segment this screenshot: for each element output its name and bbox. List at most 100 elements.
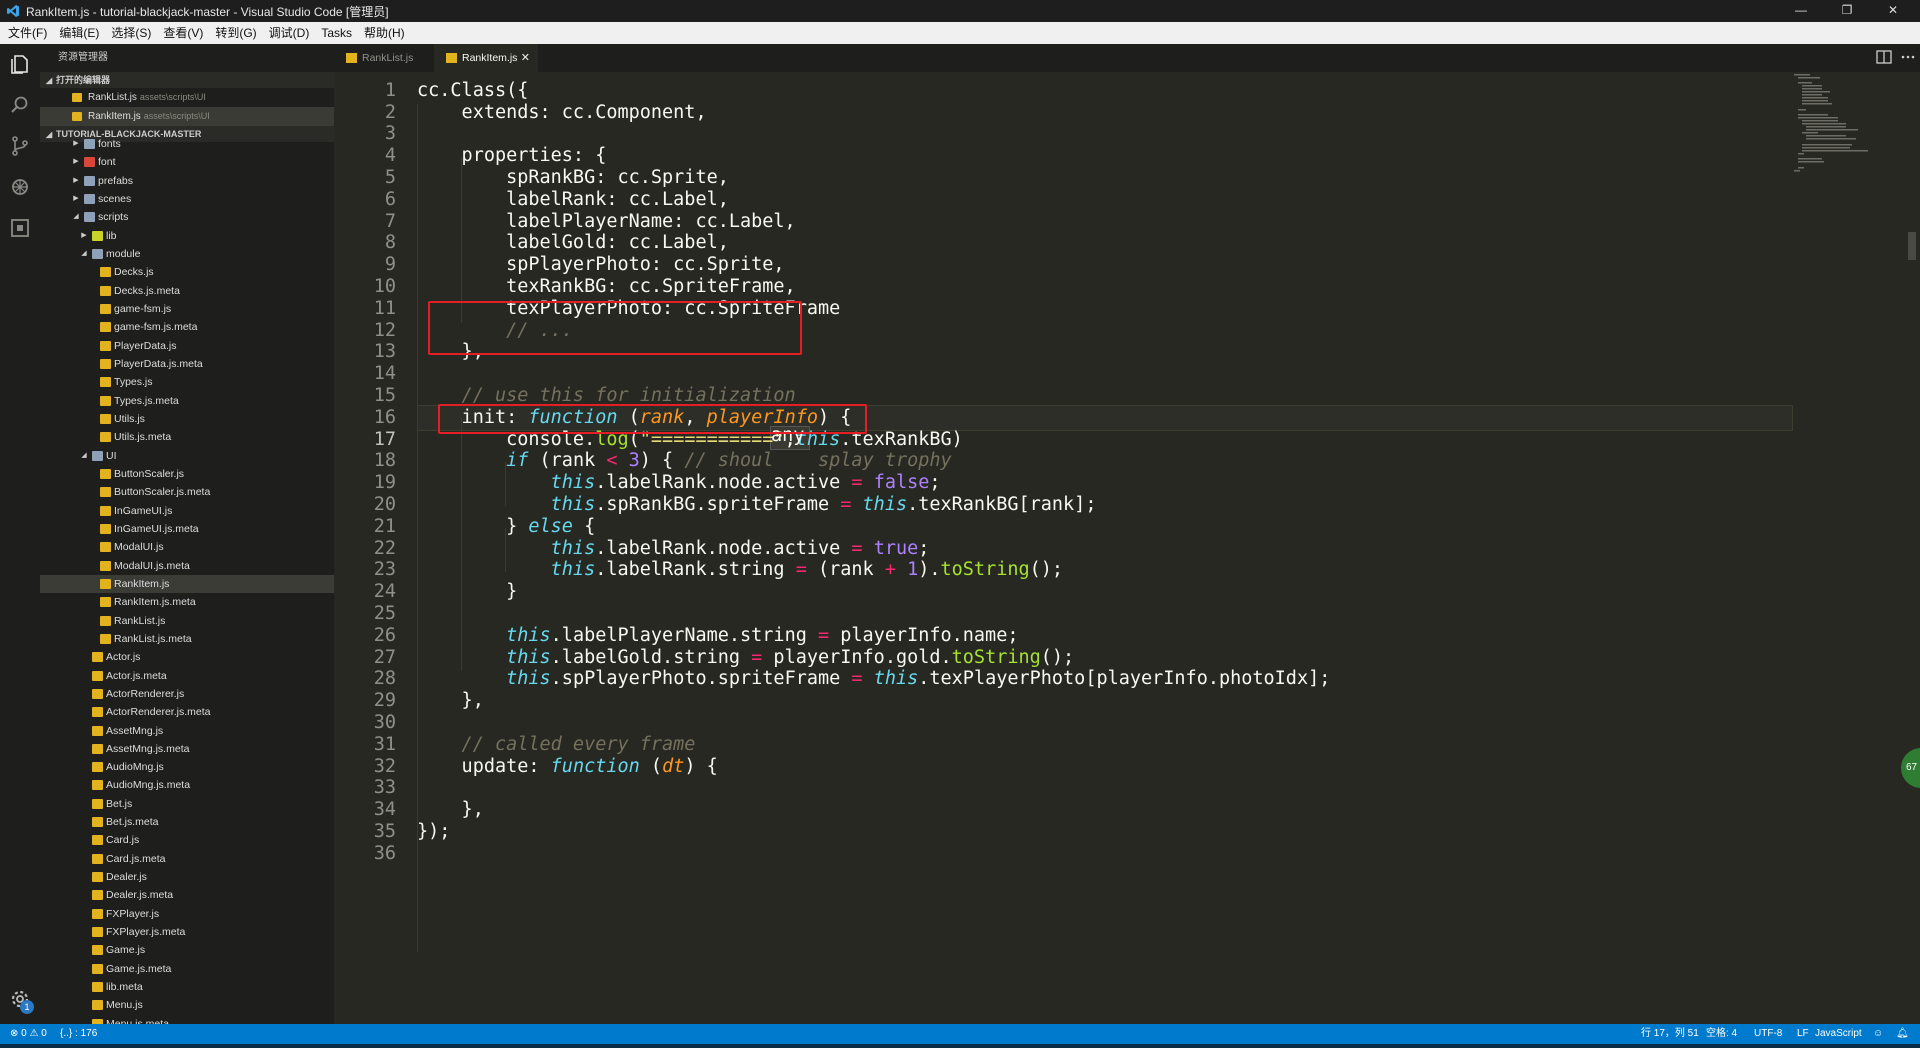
explorer-sidebar: 资源管理器 ◢ 打开的编辑器 RankList.js assets\scripts\… — [40, 44, 334, 1024]
menu-selection[interactable]: 选择(S) — [105, 22, 157, 44]
tree-file[interactable]: Decks.js — [40, 263, 334, 281]
selection-info[interactable]: {..} : 176 — [60, 1024, 97, 1044]
tree-file[interactable]: ButtonScaler.js.meta — [40, 483, 334, 501]
tree-file[interactable]: FXPlayer.js — [40, 905, 334, 923]
close-window-button[interactable]: ✕ — [1870, 0, 1916, 22]
tree-item-label: AssetMng.js.meta — [106, 742, 190, 755]
split-editor-icon[interactable] — [1876, 50, 1892, 64]
tree-file[interactable]: Game.js.meta — [40, 960, 334, 978]
menu-file[interactable]: 文件(F) — [2, 22, 53, 44]
tree-file[interactable]: Types.js.meta — [40, 392, 334, 410]
tree-file[interactable]: PlayerData.js — [40, 337, 334, 355]
menu-debug[interactable]: 调试(D) — [263, 22, 316, 44]
indentation-setting[interactable]: 空格: 4 — [1706, 1024, 1737, 1044]
tree-file[interactable]: ModalUI.js.meta — [40, 557, 334, 575]
restore-button[interactable]: ❐ — [1824, 0, 1870, 22]
tree-file[interactable]: FXPlayer.js.meta — [40, 923, 334, 941]
tree-file[interactable]: RankItem.js — [40, 574, 334, 594]
tree-file[interactable]: Types.js — [40, 373, 334, 391]
encoding-setting[interactable]: UTF-8 — [1754, 1024, 1782, 1044]
open-editors-header[interactable]: ◢ 打开的编辑器 — [40, 72, 334, 88]
tree-item-label: ButtonScaler.js — [114, 467, 185, 480]
tree-file[interactable]: InGameUI.js — [40, 502, 334, 520]
tree-file[interactable]: lib.meta — [40, 978, 334, 996]
tree-file[interactable]: ModalUI.js — [40, 538, 334, 556]
tree-file[interactable]: ButtonScaler.js — [40, 465, 334, 483]
tree-folder[interactable]: ▶ prefabs — [40, 172, 334, 190]
open-editor-item[interactable]: RankList.js assets\scripts\UI — [40, 88, 334, 107]
tree-folder[interactable]: ▶ scenes — [40, 190, 334, 208]
tab-ranklist[interactable]: RankList.js — [334, 44, 434, 72]
tree-file[interactable]: PlayerData.js.meta — [40, 355, 334, 373]
tree-file[interactable]: Dealer.js — [40, 868, 334, 886]
tree-file[interactable]: Dealer.js.meta — [40, 886, 334, 904]
tree-file[interactable]: RankList.js — [40, 612, 334, 630]
tree-file[interactable]: Decks.js.meta — [40, 282, 334, 300]
menu-tasks[interactable]: Tasks — [315, 22, 358, 44]
menu-go[interactable]: 转到(G) — [209, 22, 262, 44]
tree-file[interactable]: Card.js.meta — [40, 850, 334, 868]
debug-icon[interactable] — [0, 167, 40, 207]
tree-file[interactable]: Utils.js — [40, 410, 334, 428]
folder-icon — [92, 230, 103, 241]
notifications-bell-icon[interactable]: 🔔︎ — [1896, 1024, 1909, 1044]
tree-file[interactable]: game-fsm.js — [40, 300, 334, 318]
tree-file[interactable]: Utils.js.meta — [40, 428, 334, 446]
code-line: } else { — [417, 516, 595, 537]
menu-help[interactable]: 帮助(H) — [358, 22, 411, 44]
tree-folder[interactable]: ◢ scripts — [40, 208, 334, 226]
code-token: this — [873, 668, 919, 690]
settings-gear-icon[interactable] — [0, 979, 40, 1019]
problems-indicator[interactable]: ⊗ 0 ⚠ 0 — [10, 1024, 47, 1044]
tree-file[interactable]: AudioMng.js — [40, 758, 334, 776]
tab-rankitem[interactable]: RankItem.js ✕ — [434, 44, 538, 72]
feedback-smiley-icon[interactable]: ☺ — [1873, 1024, 1883, 1044]
tree-file[interactable]: Bet.js.meta — [40, 813, 334, 831]
line-number: 30 — [373, 712, 396, 733]
tree-folder[interactable]: ▶ lib — [40, 227, 334, 245]
tree-file[interactable]: Actor.js.meta — [40, 667, 334, 685]
tree-file[interactable]: ActorRenderer.js.meta — [40, 703, 334, 721]
tree-file[interactable]: RankList.js.meta — [40, 630, 334, 648]
source-control-icon[interactable] — [0, 126, 40, 166]
tree-file[interactable]: Actor.js — [40, 648, 334, 666]
tree-item-label: ActorRenderer.js — [106, 687, 185, 700]
code-editor[interactable]: 1 cc.Class({2 extends: cc.Component, 3 4 pr… — [334, 72, 1920, 1024]
tree-file[interactable]: InGameUI.js.meta — [40, 520, 334, 538]
code-token: = — [851, 668, 863, 690]
search-icon[interactable] — [0, 85, 40, 125]
tree-file[interactable]: ActorRenderer.js — [40, 685, 334, 703]
menu-edit[interactable]: 编辑(E) — [53, 22, 105, 44]
eol-setting[interactable]: LF — [1797, 1024, 1809, 1044]
js-file-icon — [100, 487, 111, 498]
tree-file[interactable]: Menu.js.meta — [40, 1015, 334, 1024]
minimize-button[interactable]: — — [1778, 0, 1824, 22]
vertical-scrollbar-thumb[interactable] — [1908, 232, 1916, 260]
tree-folder[interactable]: ◢ module — [40, 245, 334, 263]
tree-item-label: fonts — [98, 138, 121, 150]
line-number: 9 — [384, 254, 396, 276]
tree-file[interactable]: Game.js — [40, 941, 334, 959]
tree-file[interactable]: RankItem.js.meta — [40, 593, 334, 611]
cursor-position[interactable]: 行 17，列 51 — [1641, 1024, 1699, 1044]
tree-folder[interactable]: ▶ font — [40, 153, 334, 171]
tree-file[interactable]: AssetMng.js — [40, 722, 334, 740]
menu-view[interactable]: 查看(V) — [157, 22, 209, 44]
explorer-icon[interactable] — [0, 44, 40, 84]
language-mode[interactable]: JavaScript — [1815, 1024, 1862, 1044]
tree-file[interactable]: AudioMng.js.meta — [40, 776, 334, 794]
tree-file[interactable]: Card.js — [40, 831, 334, 849]
open-editor-item[interactable]: RankItem.js assets\scripts\UI — [40, 107, 334, 126]
extensions-icon[interactable] — [0, 208, 40, 248]
tree-file[interactable]: game-fsm.js.meta — [40, 318, 334, 336]
minimap[interactable] — [1786, 72, 1920, 1024]
more-actions-icon[interactable] — [1900, 50, 1916, 64]
tree-folder[interactable]: ◢ UI — [40, 447, 334, 465]
tree-file[interactable]: AssetMng.js.meta — [40, 740, 334, 758]
tree-file[interactable]: Bet.js — [40, 795, 334, 813]
folder-icon — [92, 450, 103, 461]
tree-item-label: FXPlayer.js — [106, 907, 160, 920]
tree-file[interactable]: Menu.js — [40, 996, 334, 1014]
tree-folder[interactable]: ▶ fonts — [40, 135, 334, 153]
close-tab-icon[interactable]: ✕ — [521, 44, 530, 72]
